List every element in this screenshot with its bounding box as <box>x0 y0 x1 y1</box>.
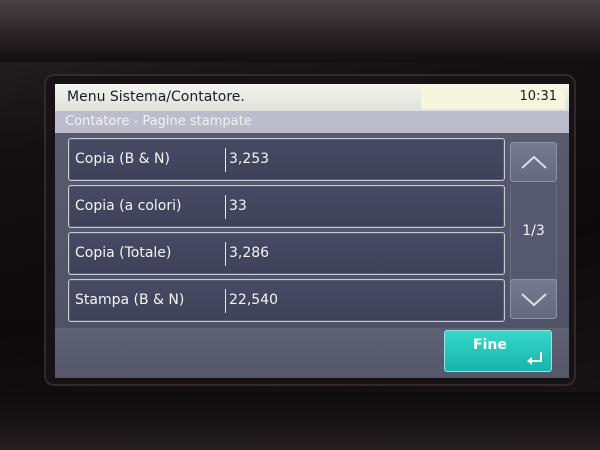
lcd-screen: Menu Sistema/Contatore. 10:31 Contatore … <box>55 84 569 378</box>
section-subtitle: Contatore - Pagine stampate <box>65 114 252 129</box>
counter-row-print-bw[interactable]: Stampa (B & N) 22,540 <box>68 279 505 322</box>
printer-bezel: Menu Sistema/Contatore. 10:31 Contatore … <box>0 0 600 450</box>
counter-row-copy-total[interactable]: Copia (Totale) 3,286 <box>68 232 505 275</box>
row-divider <box>225 195 226 219</box>
row-divider <box>225 242 226 266</box>
page-title: Menu Sistema/Contatore. <box>67 89 245 105</box>
page-indicator: 1/3 <box>522 223 545 239</box>
scroll-up-button[interactable] <box>510 142 557 182</box>
enter-icon <box>527 352 542 365</box>
counter-value: 33 <box>229 198 247 214</box>
bezel-top <box>0 0 600 62</box>
counter-value: 22,540 <box>229 292 278 308</box>
done-button[interactable]: Fine <box>444 330 552 372</box>
scroll-down-button[interactable] <box>510 279 557 319</box>
counter-label: Copia (a colori) <box>75 198 182 214</box>
clock-area: 10:31 <box>421 86 565 109</box>
counter-row-copy-bw[interactable]: Copia (B & N) 3,253 <box>68 138 505 181</box>
row-divider <box>225 148 226 172</box>
counter-value: 3,253 <box>229 151 270 167</box>
counter-value: 3,286 <box>229 245 270 261</box>
chevron-up-icon <box>520 155 547 169</box>
chevron-down-icon <box>520 293 547 307</box>
counter-row-copy-color[interactable]: Copia (a colori) 33 <box>68 185 505 228</box>
counter-label: Copia (B & N) <box>75 151 170 167</box>
row-divider <box>225 289 226 313</box>
subtitle-bar: Contatore - Pagine stampate <box>55 111 569 133</box>
counter-label: Copia (Totale) <box>75 245 172 261</box>
done-button-label: Fine <box>473 337 507 353</box>
title-bar: Menu Sistema/Contatore. 10:31 <box>55 84 569 111</box>
clock: 10:31 <box>519 89 557 104</box>
counter-label: Stampa (B & N) <box>75 292 185 308</box>
bezel-bottom <box>0 392 600 450</box>
